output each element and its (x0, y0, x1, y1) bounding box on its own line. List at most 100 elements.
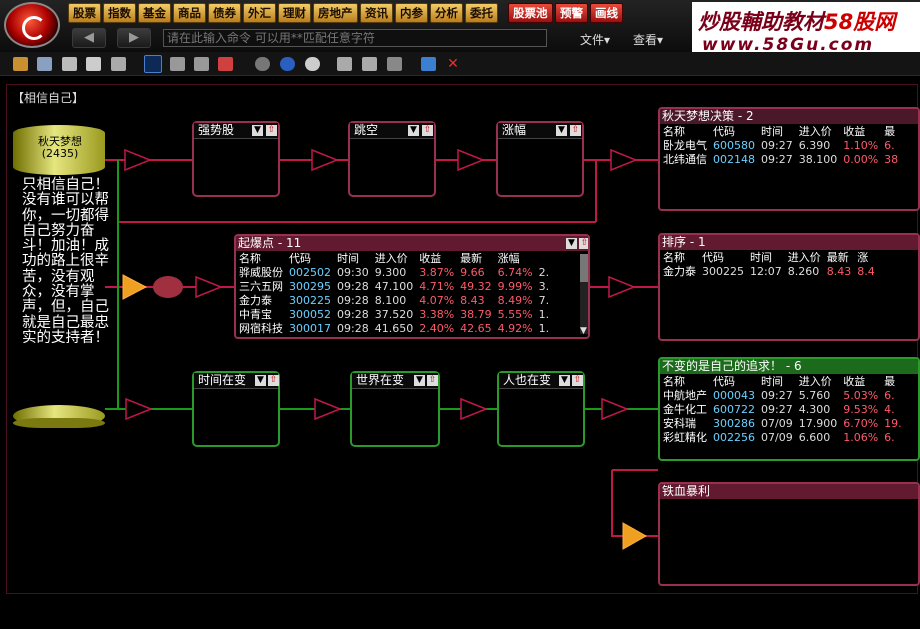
source-arrow-2 (622, 522, 648, 550)
column-header[interactable]: 收益 (840, 124, 881, 138)
dropdown-icon[interactable]: ▼ (252, 125, 263, 136)
upload-icon[interactable]: ⇧ (422, 125, 433, 136)
column-header[interactable]: 进入价 (796, 124, 841, 138)
column-header[interactable]: 名称 (236, 251, 286, 265)
cell-name: 安科瑞 (663, 416, 696, 430)
panel-tiexue[interactable]: 铁血暴利 (658, 482, 920, 586)
table-row[interactable]: 彩虹精化 002256 07/09 6.600 1.06% 6. (660, 430, 905, 444)
filter-arrow-5 (195, 275, 224, 299)
panel-zhuiqiu[interactable]: 不变的是自己的追求！ - 6 名称 代码 时间 进入价 收益最 中航地产 000043 09… (658, 357, 920, 461)
table-row[interactable]: 网宿科技 300017 09:28 41.650 2.40% 42.65 4.92% 1. (236, 321, 552, 335)
column-header[interactable]: 进入价 (372, 251, 417, 265)
table-row[interactable]: 骅威股份 002502 09:30 9.300 3.87% 9.66 6.74% 2. (236, 265, 552, 279)
cell-last: 8.43 (826, 264, 852, 278)
upload-icon[interactable]: ⇧ (268, 375, 279, 386)
dropdown-icon[interactable]: ▼ (559, 375, 570, 386)
panel-title: 排序 - 1 (660, 235, 918, 250)
panel-qiutian[interactable]: 秋天梦想决策 - 2 名称 代码 时间 进入价 收益最 卧龙电气 600580 09:27 6… (658, 107, 920, 211)
table-row[interactable]: 卧龙电气 600580 09:27 6.390 1.10% 6. (660, 138, 901, 152)
column-header[interactable]: 进入价 (796, 374, 841, 388)
filter-arrow-3 (457, 148, 486, 172)
column-header[interactable]: 涨 (854, 250, 878, 264)
panel-paixu[interactable]: 排序 - 1 名称 代码 时间 进入价 最新涨 金力泰 300225 12:07 8.260 8… (658, 233, 920, 341)
filter-arrow-4 (610, 148, 639, 172)
table-row[interactable]: 安科瑞 300286 07/09 17.900 6.70% 19. (660, 416, 905, 430)
node-zhangfu[interactable]: 涨幅 ▼ ⇧ (496, 121, 584, 197)
upload-icon[interactable]: ⇧ (579, 238, 588, 249)
cell-code: 300286 (713, 416, 755, 430)
scroll-down-icon[interactable]: ▼ (580, 326, 587, 336)
dropdown-icon[interactable]: ▼ (255, 375, 266, 386)
column-header[interactable]: 最 (881, 374, 905, 388)
column-header[interactable]: 名称 (660, 374, 710, 388)
column-header[interactable]: 收益 (840, 374, 881, 388)
scrollbar-thumb[interactable] (580, 254, 588, 282)
column-header[interactable]: 时间 (334, 251, 372, 265)
cell-gain: 6.70% (843, 416, 879, 430)
column-header[interactable]: 最新 (457, 251, 495, 265)
dropdown-icon[interactable]: ▼ (408, 125, 419, 136)
node-shijian[interactable]: 时间在变 ▼ ⇧ (192, 371, 280, 447)
column-header[interactable]: 涨幅 (495, 251, 536, 265)
cell-code: 300295 (289, 279, 331, 293)
column-header[interactable]: 代码 (710, 124, 758, 138)
node-qiangshi[interactable]: 强势股 ▼ ⇧ (192, 121, 280, 197)
node-renye[interactable]: 人也在变 ▼ ⇧ (497, 371, 585, 447)
cell-last: 6. (884, 430, 895, 444)
column-header[interactable]: 最 (881, 124, 901, 138)
cell-price: 41.650 (374, 321, 414, 335)
column-header[interactable]: 代码 (710, 374, 758, 388)
cell-code: 000043 (713, 388, 755, 402)
column-header[interactable]: 名称 (660, 250, 699, 264)
cell-chg: 8.49% (497, 293, 533, 307)
upload-icon[interactable]: ⇧ (266, 125, 277, 136)
dropdown-icon[interactable]: ▼ (566, 238, 577, 249)
column-header[interactable]: 收益 (416, 251, 457, 265)
dropdown-icon[interactable]: ▼ (556, 125, 567, 136)
table-row[interactable]: 中航地产 000043 09:27 5.760 5.03% 6. (660, 388, 905, 402)
cell-x: 3. (538, 279, 550, 293)
column-header[interactable]: 时间 (747, 250, 785, 264)
node-tiaokong[interactable]: 跳空 ▼ ⇧ (348, 121, 436, 197)
column-header[interactable]: 时间 (758, 374, 796, 388)
cell-x: 1. (538, 321, 550, 335)
table-row[interactable]: 北纬通信 002148 09:27 38.100 0.00% 38 (660, 152, 901, 166)
table-row[interactable]: 中青宝 300052 09:28 37.520 3.38% 38.79 5.55% 1. (236, 307, 552, 321)
cell-time: 09:30 (337, 265, 369, 279)
upload-icon[interactable]: ⇧ (427, 375, 438, 386)
cell-price: 6.390 (798, 138, 831, 152)
column-header[interactable]: 最新 (824, 250, 855, 264)
scrollbar[interactable]: ▼ (580, 254, 588, 336)
cell-price: 37.520 (374, 307, 414, 321)
cell-code: 300052 (289, 307, 331, 321)
cell-name: 金力泰 (663, 264, 696, 278)
column-header[interactable] (536, 251, 553, 265)
cell-last: 4. (884, 402, 895, 416)
panel-qibao[interactable]: 起爆点 - 11 ▼ ⇧ 名称 代码 时间 进入价 收益 最新 涨幅 骅威股份 002502 0… (234, 234, 590, 339)
cell-gain: 0.00% (843, 152, 879, 166)
column-header[interactable]: 代码 (286, 251, 334, 265)
cell-price: 4.300 (798, 402, 831, 416)
column-header[interactable]: 进入价 (785, 250, 824, 264)
column-header[interactable]: 时间 (758, 124, 796, 138)
table-row[interactable]: 金力泰 300225 09:28 8.100 4.07% 8.43 8.49% 7. (236, 293, 552, 307)
cell-gain: 3.87% (419, 265, 455, 279)
cell-price: 5.760 (798, 388, 831, 402)
cell-time: 09:27 (761, 402, 793, 416)
cell-name: 北纬通信 (663, 152, 707, 166)
cell-time: 09:28 (337, 279, 369, 293)
column-header[interactable]: 代码 (699, 250, 747, 264)
table-row[interactable]: 三六五网 300295 09:28 47.100 4.71% 49.32 9.99% 3. (236, 279, 552, 293)
upload-icon[interactable]: ⇧ (570, 125, 581, 136)
table-row[interactable]: 金力泰 300225 12:07 8.260 8.43 8.4 (660, 264, 878, 278)
filter-arrow-7 (125, 397, 154, 421)
upload-icon[interactable]: ⇧ (572, 375, 583, 386)
cell-chg: 4.92% (497, 321, 533, 335)
column-header[interactable]: 名称 (660, 124, 710, 138)
node-shijie[interactable]: 世界在变 ▼ ⇧ (350, 371, 440, 447)
table-row[interactable]: 金牛化工 600722 09:27 4.300 9.53% 4. (660, 402, 905, 416)
cell-name: 中航地产 (663, 388, 707, 402)
dropdown-icon[interactable]: ▼ (414, 375, 425, 386)
node-title: 人也在变 (499, 373, 583, 389)
cell-name: 彩虹精化 (663, 430, 707, 444)
